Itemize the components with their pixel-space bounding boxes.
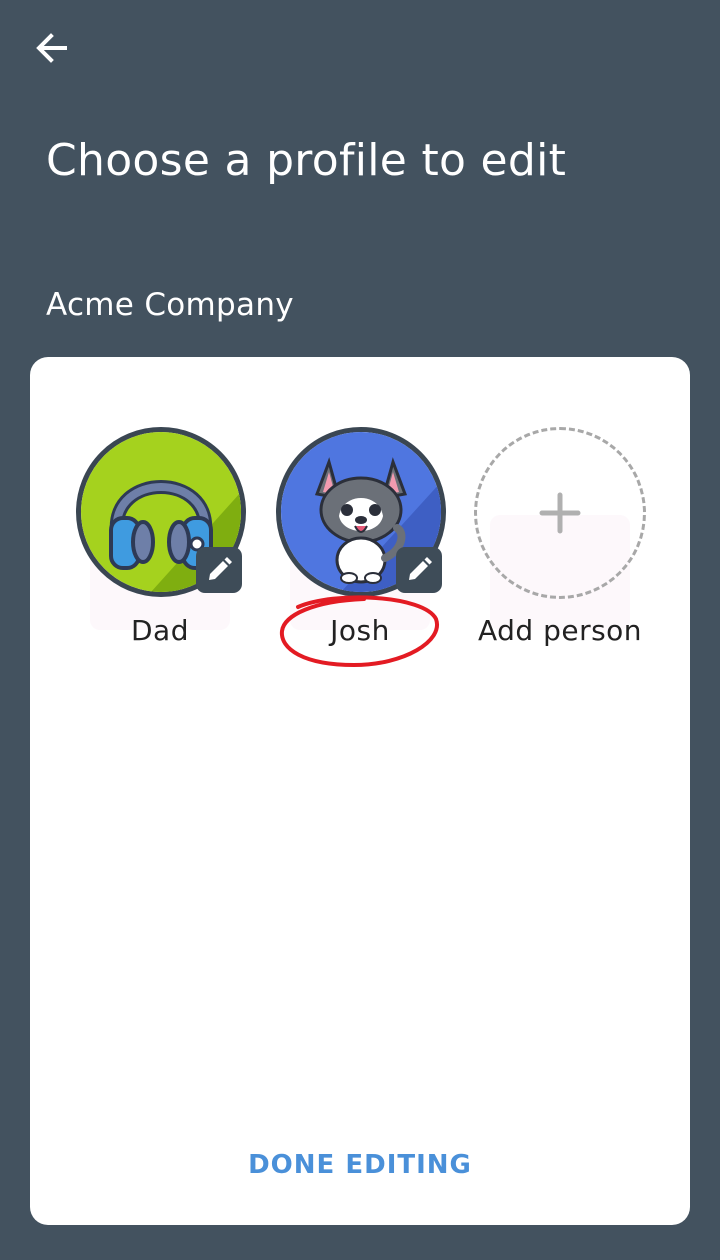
profile-name: Dad [131, 614, 189, 647]
page-title: Choose a profile to edit [46, 135, 567, 186]
back-button[interactable] [28, 24, 76, 72]
pencil-icon [409, 557, 432, 580]
add-person-circle[interactable] [474, 427, 646, 599]
group-name: Acme Company [46, 287, 294, 323]
pencil-icon [209, 557, 232, 580]
profile-name: Josh [330, 614, 390, 647]
add-person-label: Add person [477, 614, 643, 647]
arrow-left-icon [36, 33, 67, 63]
profiles-card: Dad Josh Add person DONE EDITING [30, 357, 690, 1225]
add-person-button[interactable]: Add person [470, 425, 650, 665]
plus-icon [539, 492, 581, 534]
edit-badge-dad[interactable] [196, 547, 242, 593]
done-editing-button[interactable]: DONE EDITING [210, 1145, 510, 1185]
profile-josh[interactable]: Josh [270, 425, 450, 665]
edit-badge-josh[interactable] [396, 547, 442, 593]
profile-dad[interactable]: Dad [70, 425, 250, 665]
